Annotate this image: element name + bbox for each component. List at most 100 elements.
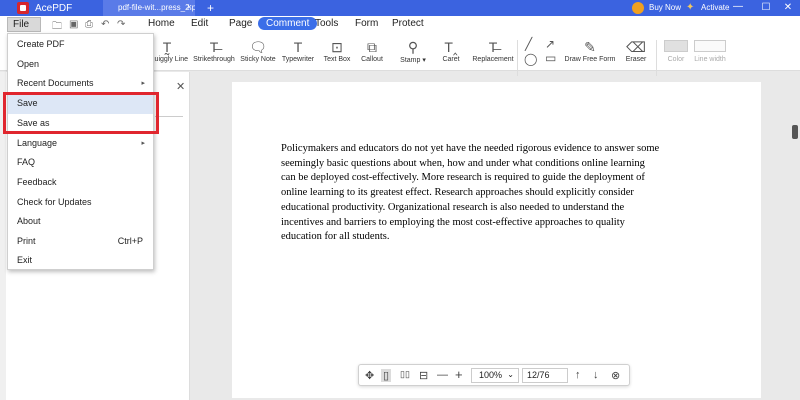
document-tab-close-icon[interactable]: × (187, 2, 192, 12)
ellipse-icon[interactable]: ◯ (524, 52, 537, 66)
document-page: Policymakers and educators do not yet ha… (232, 82, 761, 398)
app-name: AcePDF (35, 2, 73, 14)
tool-label: Replacement (472, 56, 514, 63)
eraser-icon: ⌫ (626, 39, 646, 55)
save-icon[interactable]: ▣ (69, 19, 78, 30)
minimize-button[interactable]: — (731, 1, 745, 12)
tool-label: Caret (442, 56, 460, 63)
chevron-down-icon: ▾ (422, 57, 426, 64)
page-number-value: 12/76 (527, 370, 550, 380)
caret-tool[interactable]: T‸ Caret (442, 38, 459, 63)
file-menu-dropdown: Create PDF Open Recent Documents ▸ Save … (7, 33, 154, 270)
caret-icon: T‸ (444, 39, 458, 55)
highlight-annotation-box (3, 92, 159, 134)
document-tab[interactable]: pdf-file-wit...press_2.pdf* × (103, 0, 195, 16)
document-paragraph[interactable]: Policymakers and educators do not yet ha… (281, 142, 661, 245)
tab-protect[interactable]: Protect (392, 18, 424, 29)
close-nav-icon[interactable]: ⊗ (611, 369, 620, 382)
tab-comment[interactable]: Comment (258, 17, 318, 30)
replacement-tool[interactable]: T̶ Replacement (472, 38, 513, 63)
tab-page[interactable]: Page (229, 18, 252, 29)
color-tool[interactable]: Color (664, 38, 688, 63)
menu-item-about[interactable]: About (8, 212, 153, 232)
tool-label: Draw Free Form (564, 56, 616, 63)
menu-item-faq[interactable]: FAQ (8, 153, 153, 173)
file-menu-label: File (13, 19, 30, 30)
menu-item-label: Exit (17, 255, 33, 265)
undo-icon[interactable]: ↶ (101, 19, 109, 30)
new-tab-plus-icon[interactable]: + (207, 1, 214, 15)
key-icon[interactable]: ✦ (686, 2, 694, 13)
draw-free-form-tool[interactable]: ✎ Draw Free Form (565, 38, 616, 63)
tab-edit[interactable]: Edit (191, 18, 208, 29)
next-page-icon[interactable]: ↓ (593, 369, 599, 381)
arrow-icon[interactable]: ↗ (545, 37, 555, 51)
sticky-note-tool[interactable]: 🗨 Sticky Note (240, 38, 275, 63)
previous-page-icon[interactable]: ↑ (575, 369, 581, 381)
maximize-button[interactable]: ☐ (759, 2, 773, 13)
color-swatch-icon (664, 38, 688, 56)
menu-item-create-pdf[interactable]: Create PDF (8, 35, 153, 55)
strikethrough-icon: T̶ (209, 39, 219, 55)
redo-icon[interactable]: ↷ (117, 19, 125, 30)
tool-label: Callout (361, 56, 383, 63)
menu-item-check-for-updates[interactable]: Check for Updates (8, 193, 153, 213)
activate-link[interactable]: Activate (701, 3, 729, 12)
close-window-button[interactable]: ✕ (781, 2, 795, 13)
menu-item-open[interactable]: Open (8, 55, 153, 75)
callout-tool[interactable]: ⧉ Callout (361, 38, 383, 63)
page-number-input[interactable]: 12/76 (522, 368, 568, 383)
buy-now-link[interactable]: Buy Now (649, 3, 681, 12)
rectangle-icon[interactable]: ▭ (545, 51, 556, 65)
divider (517, 40, 518, 76)
vertical-scrollbar-thumb[interactable] (792, 125, 798, 139)
tool-label: Eraser (625, 56, 647, 63)
menu-item-recent-documents[interactable]: Recent Documents ▸ (8, 74, 153, 94)
text-box-icon: ⊡ (331, 39, 343, 55)
stamp-tool[interactable]: ⚲ Stamp ▾ (400, 38, 426, 64)
single-page-icon[interactable]: ▯ (381, 369, 392, 382)
menu-item-language[interactable]: Language ▸ (8, 134, 153, 154)
sticky-note-icon: 🗨 (249, 39, 267, 55)
typewriter-icon: T (293, 39, 303, 55)
tab-tools[interactable]: Tools (315, 18, 338, 29)
chevron-right-icon: ▸ (141, 140, 145, 147)
tab-form[interactable]: Form (355, 18, 378, 29)
text-box-tool[interactable]: ⊡ Text Box (324, 38, 351, 63)
move-icon[interactable]: ✥ (365, 369, 374, 382)
tool-label: Sticky Note (240, 56, 276, 63)
fit-page-icon[interactable]: ⊟ (419, 369, 428, 382)
divider (155, 116, 183, 117)
menu-item-exit[interactable]: Exit (8, 251, 153, 271)
zoom-out-icon[interactable]: — (437, 369, 448, 381)
eraser-tool[interactable]: ⌫ Eraser (626, 38, 647, 63)
app-logo-icon (17, 2, 29, 14)
menu-item-label: Recent Documents (17, 78, 94, 88)
divider (656, 40, 657, 76)
tool-label: Strikethrough (193, 56, 235, 63)
line-icon[interactable]: ╱ (525, 37, 532, 51)
replacement-icon: T̶ (488, 39, 498, 55)
menu-item-label: Check for Updates (17, 197, 92, 207)
menu-item-label: Open (17, 59, 40, 69)
menu-item-label: Language (17, 138, 58, 148)
strikethrough-tool[interactable]: T̶ Strikethrough (193, 38, 235, 63)
tool-label: Stamp (400, 57, 421, 64)
close-panel-icon[interactable]: ✕ (176, 80, 185, 93)
zoom-in-icon[interactable]: + (455, 367, 463, 382)
line-width-icon (694, 38, 726, 56)
menu-item-print[interactable]: Print Ctrl+P (8, 232, 153, 252)
line-width-tool[interactable]: Line width (694, 38, 726, 63)
buy-now-icon[interactable] (632, 2, 644, 14)
menu-item-label: Feedback (17, 177, 57, 187)
print-icon[interactable]: ⎙ (85, 19, 93, 30)
shortcut-label: Ctrl+P (117, 236, 143, 246)
page-navigation-bar: ✥ ▯ ▯▯ ⊟ — + 100% ⌄ 12/76 ↑ ↓ ⊗ (358, 364, 630, 386)
tool-label: Color (667, 56, 685, 63)
tab-home[interactable]: Home (148, 18, 175, 29)
typewriter-tool[interactable]: T Typewriter (282, 38, 314, 63)
menu-item-feedback[interactable]: Feedback (8, 173, 153, 193)
two-page-icon[interactable]: ▯▯ (400, 369, 410, 380)
zoom-select[interactable]: 100% ⌄ (471, 368, 519, 383)
file-menu-button[interactable]: File ⌄ (7, 17, 41, 40)
